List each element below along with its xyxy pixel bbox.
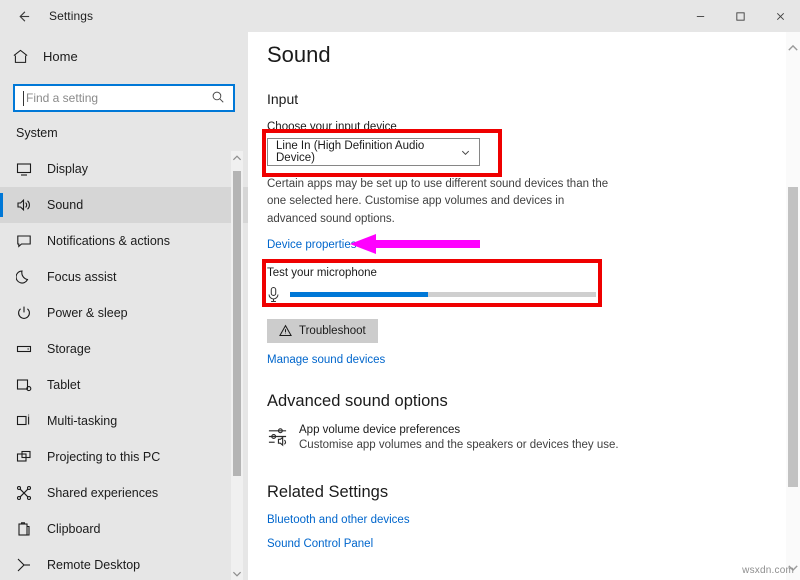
chevron-down-icon bbox=[460, 147, 471, 158]
search-input[interactable] bbox=[26, 91, 196, 105]
sidebar-item-notifications[interactable]: Notifications & actions bbox=[0, 223, 248, 259]
app-volume-text: App volume device preferences Customise … bbox=[299, 424, 619, 452]
bluetooth-and-other-devices-link[interactable]: Bluetooth and other devices bbox=[267, 514, 800, 526]
page-title: Sound bbox=[267, 42, 800, 68]
sound-icon bbox=[16, 197, 40, 213]
sidebar-item-label: Storage bbox=[47, 342, 91, 356]
troubleshoot-button[interactable]: Troubleshoot bbox=[267, 319, 378, 343]
clipboard-icon bbox=[16, 521, 40, 537]
microphone-icon bbox=[267, 286, 283, 303]
sidebar-item-clipboard[interactable]: Clipboard bbox=[0, 511, 248, 547]
multitasking-icon bbox=[16, 413, 40, 429]
moon-icon bbox=[16, 269, 40, 285]
input-device-dropdown[interactable]: Line In (High Definition Audio Device) bbox=[267, 138, 480, 166]
back-arrow-icon[interactable] bbox=[0, 0, 46, 32]
sidebar-item-storage[interactable]: Storage bbox=[0, 331, 248, 367]
app-volume-mixer-icon bbox=[267, 424, 293, 452]
sidebar-section-title: System bbox=[16, 126, 248, 140]
test-microphone-label: Test your microphone bbox=[267, 267, 800, 279]
sidebar-item-label: Projecting to this PC bbox=[47, 450, 160, 464]
tablet-icon bbox=[16, 377, 40, 393]
input-section-heading: Input bbox=[267, 91, 800, 107]
sidebar-item-power-sleep[interactable]: Power & sleep bbox=[0, 295, 248, 331]
scroll-up-icon[interactable] bbox=[231, 151, 243, 165]
power-icon bbox=[16, 305, 40, 321]
warning-triangle-icon bbox=[279, 324, 292, 337]
sidebar-item-label: Focus assist bbox=[47, 270, 116, 284]
notifications-icon bbox=[16, 233, 40, 249]
sidebar-item-focus-assist[interactable]: Focus assist bbox=[0, 259, 248, 295]
sidebar-item-label: Tablet bbox=[47, 378, 80, 392]
sidebar-item-shared-experiences[interactable]: Shared experiences bbox=[0, 475, 248, 511]
main-content: Sound Input Choose your input device Lin… bbox=[248, 32, 800, 580]
settings-window: Settings Home bbox=[0, 0, 800, 580]
troubleshoot-label: Troubleshoot bbox=[299, 325, 366, 337]
scrollbar-thumb[interactable] bbox=[788, 187, 798, 487]
remote-desktop-icon bbox=[16, 557, 40, 573]
choose-input-device-label: Choose your input device bbox=[267, 121, 800, 133]
app-volume-subtitle: Customise app volumes and the speakers o… bbox=[299, 439, 619, 451]
scrollbar-thumb[interactable] bbox=[233, 171, 241, 476]
display-icon bbox=[16, 161, 40, 177]
home-icon bbox=[12, 48, 38, 65]
microphone-level-row bbox=[267, 286, 800, 303]
manage-sound-devices-link[interactable]: Manage sound devices bbox=[267, 354, 800, 366]
scroll-down-icon[interactable] bbox=[231, 567, 243, 580]
app-volume-title: App volume device preferences bbox=[299, 424, 619, 436]
sidebar-item-label: Display bbox=[47, 162, 88, 176]
app-title: Settings bbox=[49, 9, 93, 23]
sidebar: Home System Display bbox=[0, 32, 248, 580]
input-device-value: Line In (High Definition Audio Device) bbox=[276, 140, 460, 164]
scroll-up-icon[interactable] bbox=[786, 40, 800, 56]
sidebar-item-display[interactable]: Display bbox=[0, 151, 248, 187]
sidebar-item-label: Remote Desktop bbox=[47, 558, 140, 572]
title-bar: Settings bbox=[0, 0, 800, 32]
sidebar-item-label: Shared experiences bbox=[47, 486, 158, 500]
sidebar-item-tablet[interactable]: Tablet bbox=[0, 367, 248, 403]
related-settings-heading: Related Settings bbox=[267, 483, 800, 502]
search-box[interactable] bbox=[13, 84, 235, 112]
device-properties-link[interactable]: Device properties bbox=[267, 239, 800, 251]
sidebar-nav-list: Display Sound Notifica bbox=[0, 151, 248, 580]
sidebar-item-label: Clipboard bbox=[47, 522, 101, 536]
sidebar-item-label: Sound bbox=[47, 198, 83, 212]
projecting-icon bbox=[16, 449, 40, 465]
microphone-level-fill bbox=[290, 292, 428, 297]
minimize-icon[interactable] bbox=[680, 0, 720, 32]
sidebar-item-label: Notifications & actions bbox=[47, 234, 170, 248]
sidebar-item-sound[interactable]: Sound bbox=[0, 187, 248, 223]
sidebar-item-label: Power & sleep bbox=[47, 306, 128, 320]
watermark: wsxdn.com bbox=[742, 565, 794, 576]
maximize-icon[interactable] bbox=[720, 0, 760, 32]
microphone-level-meter bbox=[290, 292, 596, 297]
advanced-sound-options-heading: Advanced sound options bbox=[267, 392, 800, 411]
sidebar-item-home[interactable]: Home bbox=[0, 41, 248, 71]
search-container bbox=[13, 84, 235, 112]
search-icon[interactable] bbox=[211, 90, 225, 109]
text-caret bbox=[23, 91, 24, 106]
sidebar-item-label: Multi-tasking bbox=[47, 414, 117, 428]
sidebar-item-multitasking[interactable]: Multi-tasking bbox=[0, 403, 248, 439]
sidebar-home-label: Home bbox=[43, 49, 78, 64]
input-description: Certain apps may be set up to use differ… bbox=[267, 176, 615, 228]
sidebar-scrollbar[interactable] bbox=[231, 151, 243, 580]
window-controls bbox=[680, 0, 800, 32]
sound-control-panel-link[interactable]: Sound Control Panel bbox=[267, 538, 800, 550]
sidebar-item-projecting[interactable]: Projecting to this PC bbox=[0, 439, 248, 475]
close-icon[interactable] bbox=[760, 0, 800, 32]
shared-experiences-icon bbox=[16, 485, 40, 501]
sidebar-item-remote-desktop[interactable]: Remote Desktop bbox=[0, 547, 248, 580]
content-scrollbar[interactable] bbox=[786, 32, 800, 580]
app-volume-device-preferences-row[interactable]: App volume device preferences Customise … bbox=[267, 424, 800, 452]
storage-icon bbox=[16, 341, 40, 357]
